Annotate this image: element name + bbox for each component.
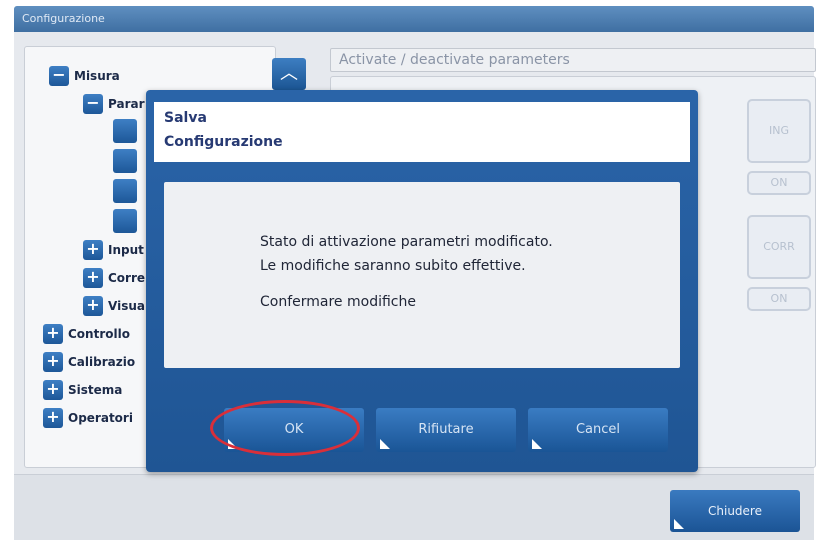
corner-marker-icon	[380, 439, 390, 449]
collapse-icon[interactable]: −	[83, 94, 103, 114]
expand-icon[interactable]: +	[83, 268, 103, 288]
tree-item-misura[interactable]: − Misura	[49, 63, 120, 89]
tree-item-operatori[interactable]: + Operatori	[43, 405, 133, 431]
dialog-subtitle: Configurazione	[164, 134, 283, 150]
collapse-up-button[interactable]: ︿	[272, 58, 306, 90]
tree-item-correzioni[interactable]: + Corre	[83, 265, 145, 291]
dialog-message-line: Stato di attivazione parametri modificat…	[260, 234, 553, 250]
save-configuration-dialog: Salva Configurazione Stato di attivazion…	[146, 90, 698, 472]
tree-item-parametri[interactable]: − Parar	[83, 91, 145, 117]
refuse-button[interactable]: Rifiutare	[376, 408, 516, 452]
expand-icon[interactable]: +	[43, 352, 63, 372]
dialog-message-line: Le modifiche saranno subito effettive.	[260, 258, 526, 274]
expand-icon[interactable]: +	[43, 324, 63, 344]
tree-subitem-icon[interactable]	[113, 209, 137, 233]
dialog-body: Stato di attivazione parametri modificat…	[164, 182, 680, 368]
ok-button[interactable]: OK	[224, 408, 364, 452]
tree-subitem-icon[interactable]	[113, 179, 137, 203]
dialog-header: Salva Configurazione	[154, 102, 690, 162]
expand-icon[interactable]: +	[83, 240, 103, 260]
dialog-title: Salva	[164, 110, 207, 126]
tree-subitem-icon[interactable]	[113, 149, 137, 173]
tree-item-sistema[interactable]: + Sistema	[43, 377, 122, 403]
params-header-label: Activate / deactivate parameters	[339, 52, 570, 68]
window-titlebar: Configurazione	[14, 6, 814, 32]
chevron-up-icon: ︿	[280, 63, 298, 84]
corner-marker-icon	[532, 439, 542, 449]
expand-icon[interactable]: +	[83, 296, 103, 316]
tree-item-visualizzazione[interactable]: + Visua	[83, 293, 145, 319]
corner-marker-icon	[228, 439, 238, 449]
collapse-icon[interactable]: −	[49, 66, 69, 86]
param-toggle-button[interactable]: CORR	[747, 215, 811, 279]
window-title: Configurazione	[22, 12, 105, 25]
close-button[interactable]: Chiudere	[670, 490, 800, 532]
expand-icon[interactable]: +	[43, 380, 63, 400]
corner-marker-icon	[674, 519, 684, 529]
tree-item-controllo[interactable]: + Controllo	[43, 321, 130, 347]
tree-subitem-icon[interactable]	[113, 119, 137, 143]
param-state-button[interactable]: ON	[747, 171, 811, 195]
params-header: Activate / deactivate parameters	[330, 48, 816, 72]
tree-item-calibrazione[interactable]: + Calibrazio	[43, 349, 135, 375]
tree-item-input[interactable]: + Input	[83, 237, 144, 263]
cancel-button[interactable]: Cancel	[528, 408, 668, 452]
expand-icon[interactable]: +	[43, 408, 63, 428]
param-state-button[interactable]: ON	[747, 287, 811, 311]
param-toggle-button[interactable]: ING	[747, 99, 811, 163]
dialog-confirm-prompt: Confermare modifiche	[260, 294, 416, 310]
